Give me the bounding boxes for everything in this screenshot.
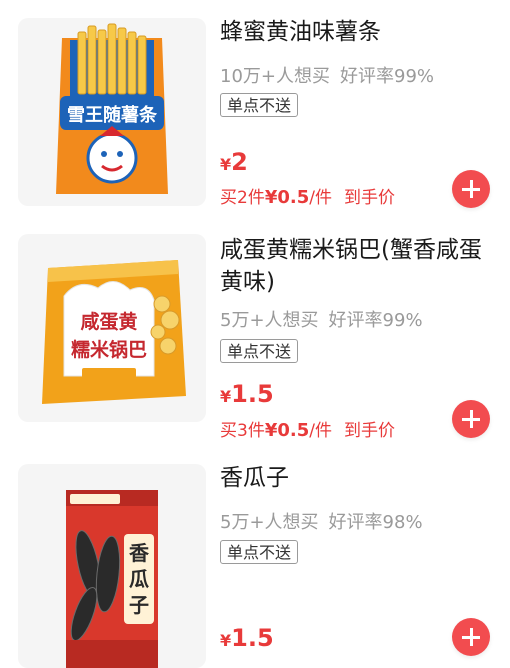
product-card[interactable]: 香 瓜 子 香瓜子 5万+人想买 好评率98% 单点不送 ¥1.5 — [0, 456, 510, 668]
sunflower-seed-bag-icon: 香 瓜 子 — [66, 490, 158, 668]
add-to-cart-button[interactable] — [452, 400, 490, 438]
rating: 好评率98% — [328, 512, 423, 533]
price: ¥2 — [220, 148, 248, 176]
svg-text:雪王随薯条: 雪王随薯条 — [67, 104, 158, 126]
fries-bag-icon: 雪王随薯条 — [56, 23, 168, 194]
product-card[interactable]: 咸蛋黄 糯米锅巴 咸蛋黄糯米锅巴(蟹香咸蛋黄味) 5万+人想买 好评率99% 单点… — [0, 228, 510, 456]
promo-qty: 买3件 — [220, 421, 265, 441]
currency-symbol: ¥ — [220, 387, 232, 406]
svg-text:咸蛋黄: 咸蛋黄 — [80, 310, 137, 333]
promo-suffix: 到手价 — [343, 421, 395, 441]
price-value: 1.5 — [231, 380, 274, 408]
promo-unit: /件 — [309, 188, 332, 208]
want-count: 10万+人想买 — [220, 66, 330, 87]
svg-text:糯米锅巴: 糯米锅巴 — [71, 338, 147, 361]
product-stats: 5万+人想买 好评率99% — [220, 306, 423, 332]
svg-text:瓜: 瓜 — [129, 567, 149, 591]
svg-text:香: 香 — [129, 541, 150, 565]
promo-amount: ¥0.5 — [264, 420, 310, 441]
rice-crisp-bag-icon: 咸蛋黄 糯米锅巴 — [42, 260, 186, 404]
bundle-promo: 买2件¥0.5/件 到手价 — [220, 183, 395, 208]
add-to-cart-button[interactable] — [452, 618, 490, 656]
currency-symbol: ¥ — [220, 631, 232, 650]
rating: 好评率99% — [340, 66, 435, 87]
product-stats: 10万+人想买 好评率99% — [220, 62, 434, 88]
promo-amount: ¥0.5 — [264, 187, 310, 208]
bundle-promo: 买3件¥0.5/件 到手价 — [220, 416, 395, 441]
product-title[interactable]: 香瓜子 — [220, 462, 490, 494]
promo-unit: /件 — [309, 421, 332, 441]
product-image[interactable]: 雪王随薯条 — [18, 18, 206, 206]
no-delivery-tag: 单点不送 — [220, 93, 299, 117]
product-list: 雪王随薯条 蜂蜜黄油味薯条 10万+人想买 好评率99% 单点不送 ¥2 买2件¥… — [0, 0, 510, 668]
product-title[interactable]: 咸蛋黄糯米锅巴(蟹香咸蛋黄味) — [220, 234, 490, 298]
product-image[interactable]: 咸蛋黄 糯米锅巴 — [18, 234, 206, 422]
svg-text:子: 子 — [129, 593, 149, 617]
price: ¥1.5 — [220, 380, 274, 408]
promo-qty: 买2件 — [220, 188, 265, 208]
want-count: 5万+人想买 — [220, 310, 319, 331]
no-delivery-tag: 单点不送 — [220, 339, 299, 363]
add-to-cart-button[interactable] — [452, 170, 490, 208]
price: ¥1.5 — [220, 624, 274, 652]
currency-symbol: ¥ — [220, 155, 232, 174]
price-value: 2 — [231, 148, 248, 176]
product-image[interactable]: 香 瓜 子 — [18, 464, 206, 668]
rating: 好评率99% — [328, 310, 423, 331]
promo-suffix: 到手价 — [343, 188, 395, 208]
want-count: 5万+人想买 — [220, 512, 319, 533]
product-card[interactable]: 雪王随薯条 蜂蜜黄油味薯条 10万+人想买 好评率99% 单点不送 ¥2 买2件¥… — [0, 0, 510, 228]
product-stats: 5万+人想买 好评率98% — [220, 508, 423, 534]
price-value: 1.5 — [231, 624, 274, 652]
product-title[interactable]: 蜂蜜黄油味薯条 — [220, 16, 490, 48]
no-delivery-tag: 单点不送 — [220, 540, 299, 564]
